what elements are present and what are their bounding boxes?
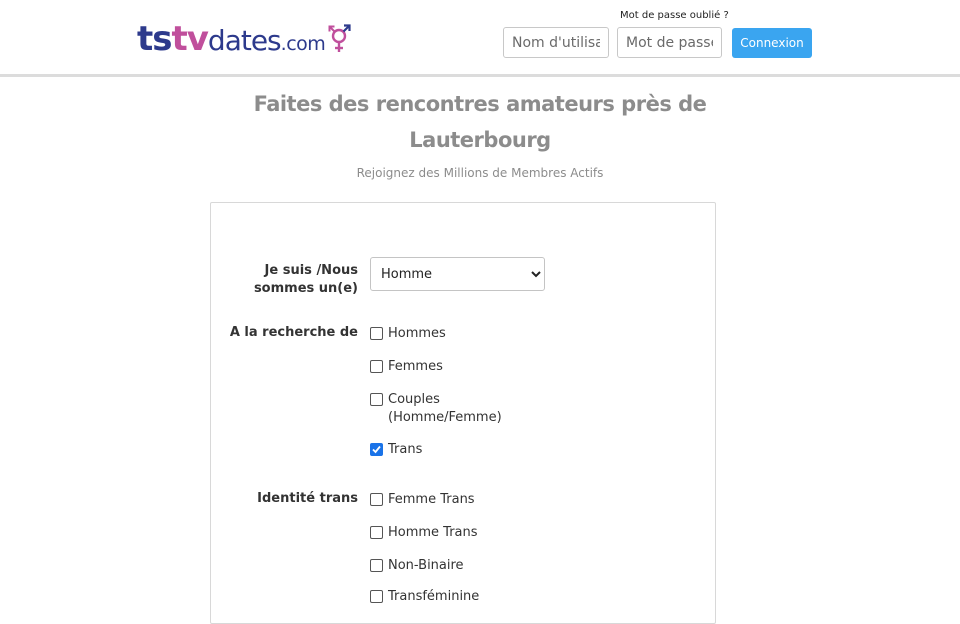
- logo-com: .com: [280, 33, 326, 55]
- checkbox-checked[interactable]: [370, 443, 383, 456]
- checkbox-label: Femmes: [388, 359, 443, 374]
- checkbox-label: Couples (Homme/Femme): [388, 392, 502, 425]
- checkbox-label: Hommes: [388, 326, 446, 341]
- logo-tv: tv: [171, 19, 209, 59]
- identity-option-femme-trans[interactable]: Femme Trans: [370, 491, 528, 509]
- checkbox[interactable]: [370, 559, 383, 572]
- transgender-symbol-icon: [328, 24, 351, 52]
- checkbox-label: Transféminine: [388, 589, 480, 604]
- trans-identity-label: Identité trans: [257, 491, 358, 506]
- identity-option-non-binaire[interactable]: Non-Binaire: [370, 557, 528, 575]
- seeking-option-trans[interactable]: Trans: [370, 441, 528, 459]
- checkbox[interactable]: [370, 526, 383, 539]
- forgot-password-link[interactable]: Mot de passe oublié ?: [620, 10, 729, 21]
- seeking-label: A la recherche de: [229, 325, 358, 340]
- checkbox[interactable]: [370, 590, 383, 603]
- logo-ts: ts: [137, 19, 172, 59]
- checkbox-label: Homme Trans: [388, 525, 478, 540]
- seeking-option-hommes[interactable]: Hommes: [370, 325, 528, 343]
- identity-option-homme-trans[interactable]: Homme Trans: [370, 524, 528, 542]
- checkbox[interactable]: [370, 327, 383, 340]
- gender-select[interactable]: Homme: [370, 257, 545, 291]
- seeking-option-femmes[interactable]: Femmes: [370, 358, 528, 376]
- checkbox-label: Femme Trans: [388, 492, 475, 507]
- checkbox[interactable]: [370, 393, 383, 406]
- page-subtitle: Rejoignez des Millions de Membres Actifs: [356, 166, 604, 180]
- site-logo[interactable]: ts tv dates .com: [137, 18, 353, 59]
- checkbox-label: Non-Binaire: [388, 558, 464, 573]
- iam-label: Je suis /Nous sommes un(e): [253, 263, 358, 296]
- identity-option-transfeminine[interactable]: Transféminine: [370, 588, 528, 606]
- seeking-option-couples[interactable]: Couples (Homme/Femme): [370, 391, 508, 427]
- site-header: ts tv dates .com Mot de passe oublié ? C…: [0, 0, 960, 77]
- checkbox[interactable]: [370, 493, 383, 506]
- login-button[interactable]: Connexion: [732, 28, 812, 58]
- password-input[interactable]: [617, 27, 722, 58]
- logo-dates: dates: [207, 24, 282, 57]
- checkbox[interactable]: [370, 360, 383, 373]
- checkmark-icon: [372, 445, 381, 454]
- page-title: Faites des rencontres amateurs près de L…: [253, 92, 707, 152]
- checkbox-label: Trans: [388, 442, 423, 457]
- username-input[interactable]: [503, 27, 609, 58]
